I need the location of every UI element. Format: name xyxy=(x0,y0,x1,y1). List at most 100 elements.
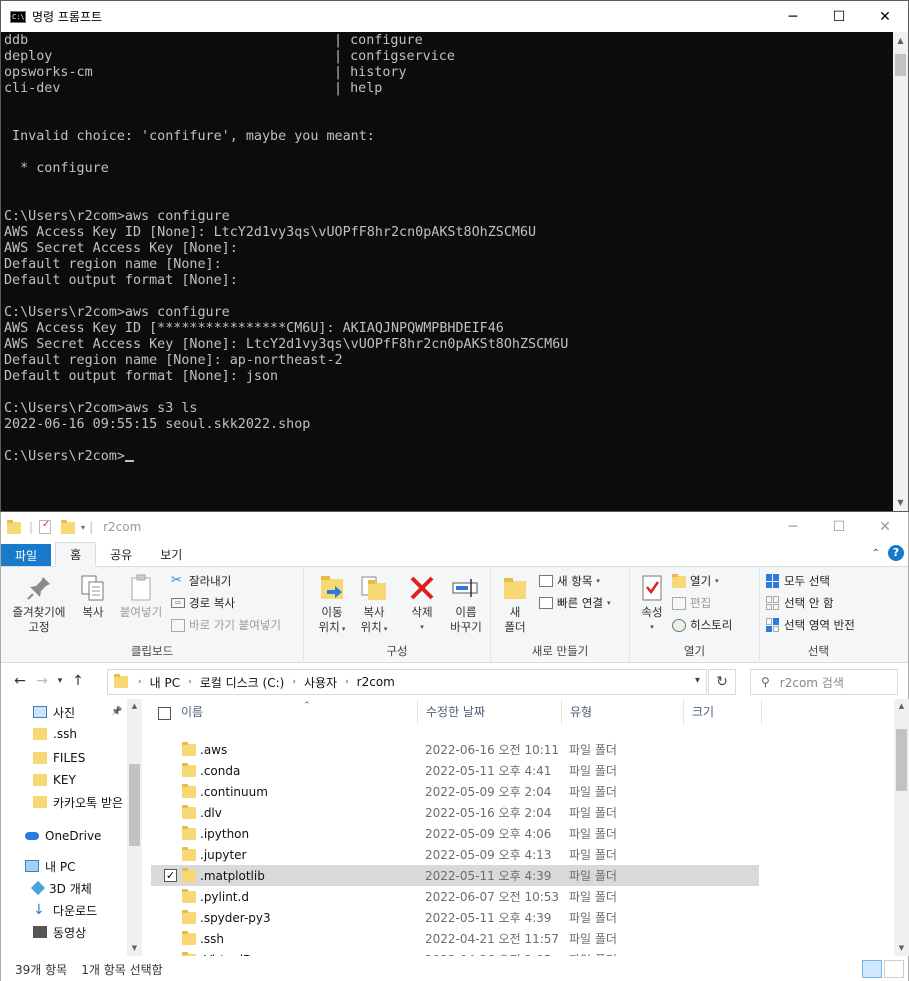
breadcrumb-separator-icon[interactable]: › xyxy=(188,677,192,687)
delete-dropdown-icon[interactable]: ▾ xyxy=(402,620,442,635)
terminal-output[interactable]: ddb | configure deploy | configservice opswo… xyxy=(1,32,894,511)
quick-access-folder-icon[interactable] xyxy=(7,520,21,534)
cmd-minimize-button[interactable]: ─ xyxy=(770,1,816,32)
breadcrumb-separator-icon[interactable]: › xyxy=(292,677,296,687)
cmd-scrollbar[interactable]: ▲ ▼ xyxy=(893,32,908,511)
new-item-button[interactable]: 새 항목 ▾ xyxy=(539,573,600,589)
nav-scrollbar[interactable]: ▲ ▼ xyxy=(127,699,142,956)
explorer-titlebar[interactable]: | ✓ ▾ | r2com ─ ☐ ✕ xyxy=(1,512,908,542)
move-to-button[interactable]: 이동 위치 ▾ xyxy=(312,573,352,637)
file-row[interactable]: .conda 2022-05-11 오후 4:41 파일 폴더 xyxy=(151,760,759,781)
search-input[interactable]: ⚲ r2com 검색 xyxy=(750,669,898,695)
column-header-date[interactable]: 수정한 날짜 xyxy=(418,699,562,725)
edit-button[interactable]: 편집 xyxy=(672,595,711,611)
paste-shortcut-button[interactable]: 바로 가기 붙여넣기 xyxy=(171,617,281,633)
explorer-maximize-button[interactable]: ☐ xyxy=(816,512,862,542)
file-row[interactable]: .aws 2022-06-16 오전 10:11 파일 폴더 xyxy=(151,739,759,760)
explorer-close-button[interactable]: ✕ xyxy=(862,512,908,542)
file-row[interactable]: .ssh 2022-04-21 오전 11:57 파일 폴더 xyxy=(151,928,759,949)
help-icon[interactable]: ? xyxy=(888,545,904,561)
up-arrow-icon[interactable]: ↑ xyxy=(67,673,89,689)
nav-item[interactable]: FILES xyxy=(33,747,85,769)
address-bar[interactable]: › 내 PC › 로컬 디스크 (C:) › 사용자 › r2com ▾ xyxy=(107,669,707,695)
nav-item[interactable]: ↓ 다운로드 xyxy=(33,899,97,921)
copy-button[interactable]: 복사 xyxy=(75,573,111,620)
open-button[interactable]: 열기 ▾ xyxy=(672,573,719,589)
large-icons-view-icon[interactable] xyxy=(884,960,904,978)
properties-check-icon[interactable]: ✓ xyxy=(39,519,52,534)
refresh-icon[interactable]: ↻ xyxy=(708,669,736,695)
file-row[interactable]: .jupyter 2022-05-09 오후 4:13 파일 폴더 xyxy=(151,844,759,865)
history-button[interactable]: 히스토리 xyxy=(672,617,732,633)
select-none-button[interactable]: 선택 안 함 xyxy=(766,595,834,611)
nav-item[interactable]: .ssh xyxy=(33,723,77,745)
properties-dropdown-icon[interactable]: ▾ xyxy=(636,620,668,635)
nav-item[interactable]: 동영상 xyxy=(33,921,86,943)
paste-button[interactable]: 붙여넣기 xyxy=(115,573,167,620)
nav-item[interactable]: 3D 개체 xyxy=(30,877,92,899)
row-checkbox[interactable]: ✓ xyxy=(164,869,177,882)
new-folder-quick-icon[interactable] xyxy=(61,520,76,534)
scroll-down-arrow-icon[interactable]: ▼ xyxy=(894,941,909,956)
back-arrow-icon[interactable]: ← xyxy=(9,673,31,689)
file-row[interactable]: .pylint.d 2022-06-07 오전 10:53 파일 폴더 xyxy=(151,886,759,907)
easy-access-button[interactable]: 빠른 연결 ▾ xyxy=(539,595,611,611)
breadcrumb-users[interactable]: 사용자 xyxy=(304,674,337,691)
details-view-icon[interactable] xyxy=(862,960,882,978)
breadcrumb-separator-icon[interactable]: › xyxy=(345,677,349,687)
file-row[interactable]: .spyder-py3 2022-05-11 오후 4:39 파일 폴더 xyxy=(151,907,759,928)
pin-to-quick-access-button[interactable]: 즐겨찾기에 고정 xyxy=(7,573,71,635)
file-row[interactable]: .ipython 2022-05-09 오후 4:06 파일 폴더 xyxy=(151,823,759,844)
select-all-button[interactable]: 모두 선택 xyxy=(766,573,830,589)
properties-button[interactable]: 속성 ▾ xyxy=(636,573,668,635)
nav-item[interactable]: 카카오톡 받은 xyxy=(33,791,123,813)
navigation-pane[interactable]: 사진 📌 .ssh FILES KEY 카카오톡 받은 OneDrive 내 PC 3D 개체 ↓… xyxy=(1,699,142,956)
file-list-scrollbar[interactable]: ▲ ▼ xyxy=(894,699,909,956)
scroll-up-arrow-icon[interactable]: ▲ xyxy=(893,32,908,49)
column-header-size[interactable]: 크기 xyxy=(684,699,762,725)
scroll-up-arrow-icon[interactable]: ▲ xyxy=(127,699,142,714)
column-header-type[interactable]: 유형 xyxy=(562,699,684,725)
quick-access-dropdown-icon[interactable]: ▾ xyxy=(81,523,85,532)
delete-button[interactable]: 삭제 ▾ xyxy=(402,573,442,635)
address-dropdown-icon[interactable]: ▾ xyxy=(695,675,700,686)
nav-item[interactable]: OneDrive xyxy=(25,825,101,847)
column-header-name[interactable]: 이름 ⌃ xyxy=(173,699,418,725)
explorer-minimize-button[interactable]: ─ xyxy=(770,512,816,542)
cmd-close-button[interactable]: ✕ xyxy=(862,1,908,32)
file-row[interactable]: ✓ .matplotlib 2022-05-11 오후 4:39 파일 폴더 xyxy=(151,865,759,886)
forward-arrow-icon[interactable]: → xyxy=(31,673,53,689)
breadcrumb-separator-icon[interactable]: › xyxy=(138,677,142,687)
file-list-scroll-thumb[interactable] xyxy=(896,729,907,791)
recent-locations-chevron-icon[interactable]: ▾ xyxy=(53,676,67,686)
new-folder-button[interactable]: 새 폴더 xyxy=(499,573,531,635)
cmd-titlebar[interactable]: C:\ 명령 프롬프트 ─ ☐ ✕ xyxy=(1,1,908,32)
cmd-maximize-button[interactable]: ☐ xyxy=(816,1,862,32)
nav-scroll-thumb[interactable] xyxy=(129,764,140,846)
breadcrumb-local-disk[interactable]: 로컬 디스크 (C:) xyxy=(200,674,285,691)
copy-to-button[interactable]: 복사 위치 ▾ xyxy=(354,573,394,637)
nav-item[interactable]: 사진 📌 xyxy=(33,701,122,723)
tab-share[interactable]: 공유 xyxy=(96,542,146,566)
tab-view[interactable]: 보기 xyxy=(146,542,196,566)
nav-item[interactable]: 내 PC xyxy=(25,855,75,877)
copy-path-button[interactable]: ▭ 경로 복사 xyxy=(171,595,235,611)
file-row[interactable]: .continuum 2022-05-09 오후 2:04 파일 폴더 xyxy=(151,781,759,802)
tab-file[interactable]: 파일 xyxy=(1,544,52,566)
invert-selection-button[interactable]: 선택 영역 반전 xyxy=(766,617,855,633)
file-row[interactable]: .dlv 2022-05-16 오후 2:04 파일 폴더 xyxy=(151,802,759,823)
select-all-checkbox[interactable] xyxy=(158,707,171,720)
breadcrumb-this-pc[interactable]: 내 PC xyxy=(150,674,180,691)
scroll-up-arrow-icon[interactable]: ▲ xyxy=(894,699,909,714)
cut-button[interactable]: ✂ 잘라내기 xyxy=(171,573,231,589)
cmd-scroll-thumb[interactable] xyxy=(895,54,906,76)
tab-home[interactable]: 홈 xyxy=(55,542,97,567)
breadcrumb-r2com[interactable]: r2com xyxy=(357,675,395,689)
ribbon-collapse-chevron-icon[interactable]: ⌃ xyxy=(872,548,880,559)
file-row[interactable]: .VirtualBox 2022-04-26 오전 2:05 파일 폴더 xyxy=(151,949,759,956)
file-list[interactable]: 이름 ⌃ 수정한 날짜 유형 크기 .aws 2022-06-16 오전 10:11… xyxy=(151,699,895,956)
scroll-down-arrow-icon[interactable]: ▼ xyxy=(893,494,908,511)
scroll-down-arrow-icon[interactable]: ▼ xyxy=(127,941,142,956)
nav-item[interactable]: KEY xyxy=(33,769,76,791)
rename-button[interactable]: 이름 바꾸기 xyxy=(444,573,488,635)
